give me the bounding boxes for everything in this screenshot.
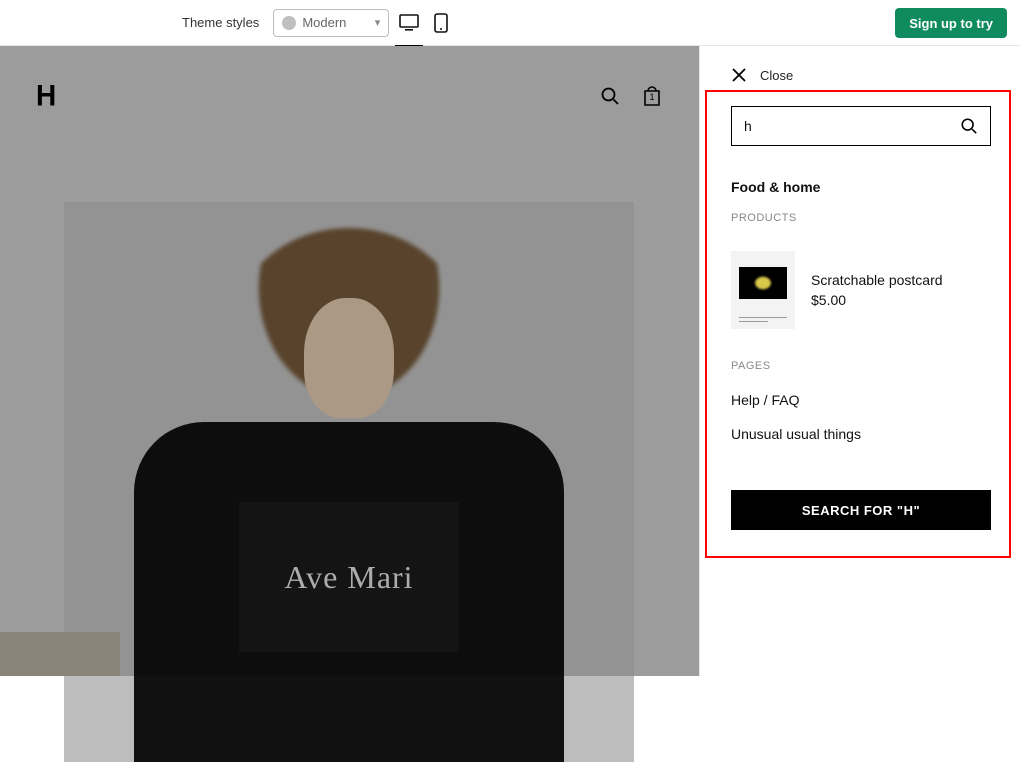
close-label: Close [760, 68, 793, 83]
search-panel: Close Food & home PRODUCTS Scratchable p… [700, 46, 1020, 676]
product-price: $5.00 [811, 292, 943, 308]
product-info: Scratchable postcard $5.00 [811, 272, 943, 308]
search-input[interactable] [744, 118, 960, 134]
search-for-term-button[interactable]: SEARCH FOR "H" [731, 490, 991, 530]
product-result[interactable]: Scratchable postcard $5.00 [731, 251, 992, 329]
product-thumbnail [731, 251, 795, 329]
hero-graphic-text: Ave Mari [284, 559, 413, 596]
products-heading: PRODUCTS [731, 212, 992, 224]
site-header: H 1 [0, 46, 699, 146]
theme-swatch-icon [282, 16, 296, 30]
search-submit-icon[interactable] [960, 117, 978, 135]
product-title: Scratchable postcard [811, 272, 943, 288]
header-search-button[interactable] [599, 85, 621, 107]
close-search-button[interactable]: Close [700, 46, 1020, 84]
sign-up-button[interactable]: Sign up to try [895, 8, 1007, 38]
page-result[interactable]: Unusual usual things [731, 426, 992, 442]
pages-heading: PAGES [731, 360, 992, 372]
site-logo[interactable]: H [36, 79, 56, 113]
result-category[interactable]: Food & home [731, 179, 992, 195]
theme-style-select[interactable]: Modern ▾ [273, 9, 389, 37]
chevron-down-icon: ▾ [375, 16, 381, 29]
page-result[interactable]: Help / FAQ [731, 392, 992, 408]
mobile-preview-button[interactable] [429, 11, 453, 35]
search-icon [960, 117, 978, 135]
theme-selected-value: Modern [302, 15, 346, 30]
theme-styles-label: Theme styles [182, 15, 259, 30]
search-input-wrapper[interactable] [731, 106, 991, 146]
cart-count: 1 [641, 92, 663, 102]
desktop-icon [399, 14, 419, 32]
desktop-preview-button[interactable] [397, 11, 421, 35]
hero-image: Ave Mari [64, 202, 634, 762]
close-icon [730, 66, 748, 84]
editor-topbar: Theme styles Modern ▾ Sign up to try [0, 0, 1020, 46]
search-icon [600, 86, 620, 106]
theme-preview-stage: H 1 Ave Mari [0, 46, 700, 676]
thumbnail-strip[interactable] [0, 632, 120, 676]
cart-button[interactable]: 1 [641, 85, 663, 107]
mobile-icon [434, 13, 448, 33]
